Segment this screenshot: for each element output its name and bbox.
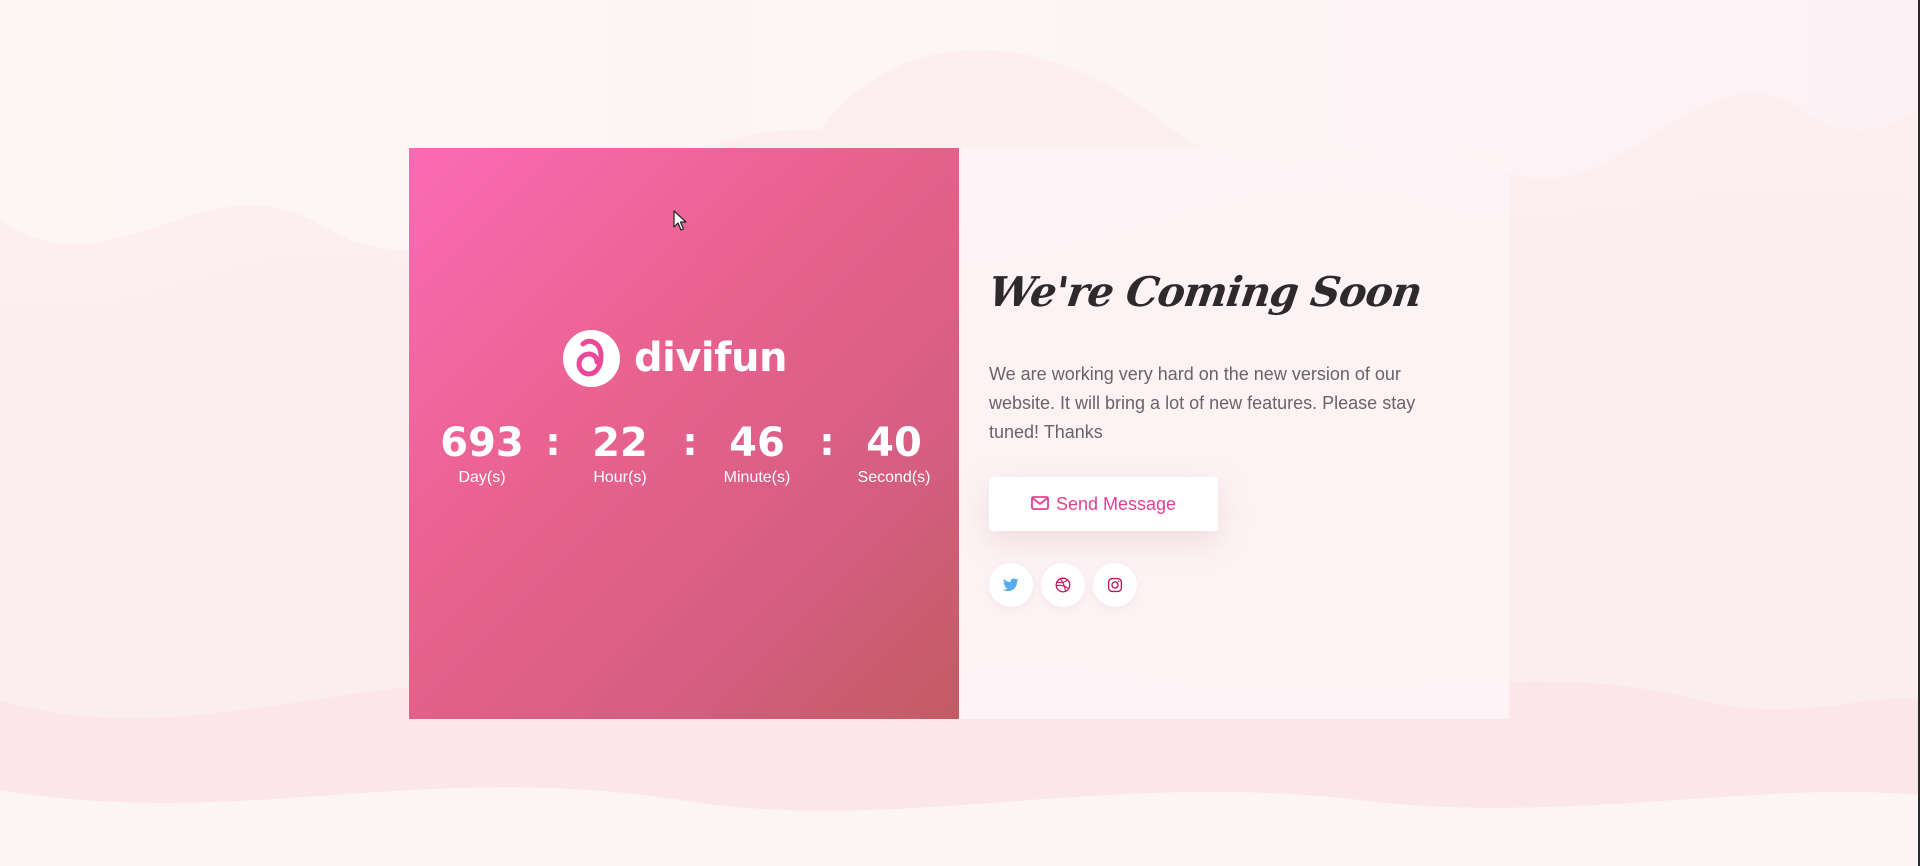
countdown-separator: : bbox=[682, 420, 698, 464]
dribbble-link[interactable] bbox=[1041, 563, 1085, 607]
countdown-timer: 693 Day(s) : 22 Hour(s) : 46 Minute(s) :… bbox=[409, 420, 959, 500]
countdown-hours: 22 Hour(s) bbox=[565, 420, 675, 488]
send-message-label: Send Message bbox=[1055, 493, 1177, 514]
instagram-icon bbox=[1107, 577, 1123, 593]
envelope-icon bbox=[1031, 494, 1049, 515]
brand-logo[interactable]: divifun bbox=[563, 329, 787, 387]
twitter-link[interactable] bbox=[989, 563, 1033, 607]
coming-soon-page: divifun 693 Day(s) : 22 Hour(s) : 46 Min… bbox=[0, 0, 1920, 866]
minutes-value: 46 bbox=[729, 420, 785, 466]
dribbble-icon bbox=[1055, 577, 1071, 593]
countdown-panel: divifun 693 Day(s) : 22 Hour(s) : 46 Min… bbox=[409, 148, 959, 719]
countdown-minutes: 46 Minute(s) bbox=[702, 420, 812, 488]
countdown-days: 693 Day(s) bbox=[427, 420, 537, 488]
send-message-button[interactable]: Send Message bbox=[989, 477, 1218, 531]
countdown-seconds: 40 Second(s) bbox=[839, 420, 949, 488]
page-title: We're Coming Soon bbox=[985, 268, 1425, 316]
days-label: Day(s) bbox=[458, 469, 506, 486]
days-value: 693 bbox=[440, 420, 524, 466]
twitter-icon bbox=[1003, 578, 1019, 592]
instagram-link[interactable] bbox=[1093, 563, 1137, 607]
divifun-logo-icon bbox=[563, 329, 620, 387]
brand-name: divifun bbox=[634, 335, 787, 381]
hours-label: Hour(s) bbox=[593, 469, 647, 486]
mouse-cursor-icon bbox=[673, 210, 687, 231]
countdown-separator: : bbox=[545, 420, 561, 464]
social-links bbox=[989, 563, 1137, 607]
hours-value: 22 bbox=[592, 420, 648, 466]
page-description: We are working very hard on the new vers… bbox=[989, 364, 1416, 442]
content-panel: We're Coming Soon We are working very ha… bbox=[959, 148, 1509, 719]
seconds-value: 40 bbox=[866, 420, 922, 466]
minutes-label: Minute(s) bbox=[723, 469, 791, 486]
countdown-separator: : bbox=[819, 420, 835, 464]
seconds-label: Second(s) bbox=[857, 469, 931, 486]
